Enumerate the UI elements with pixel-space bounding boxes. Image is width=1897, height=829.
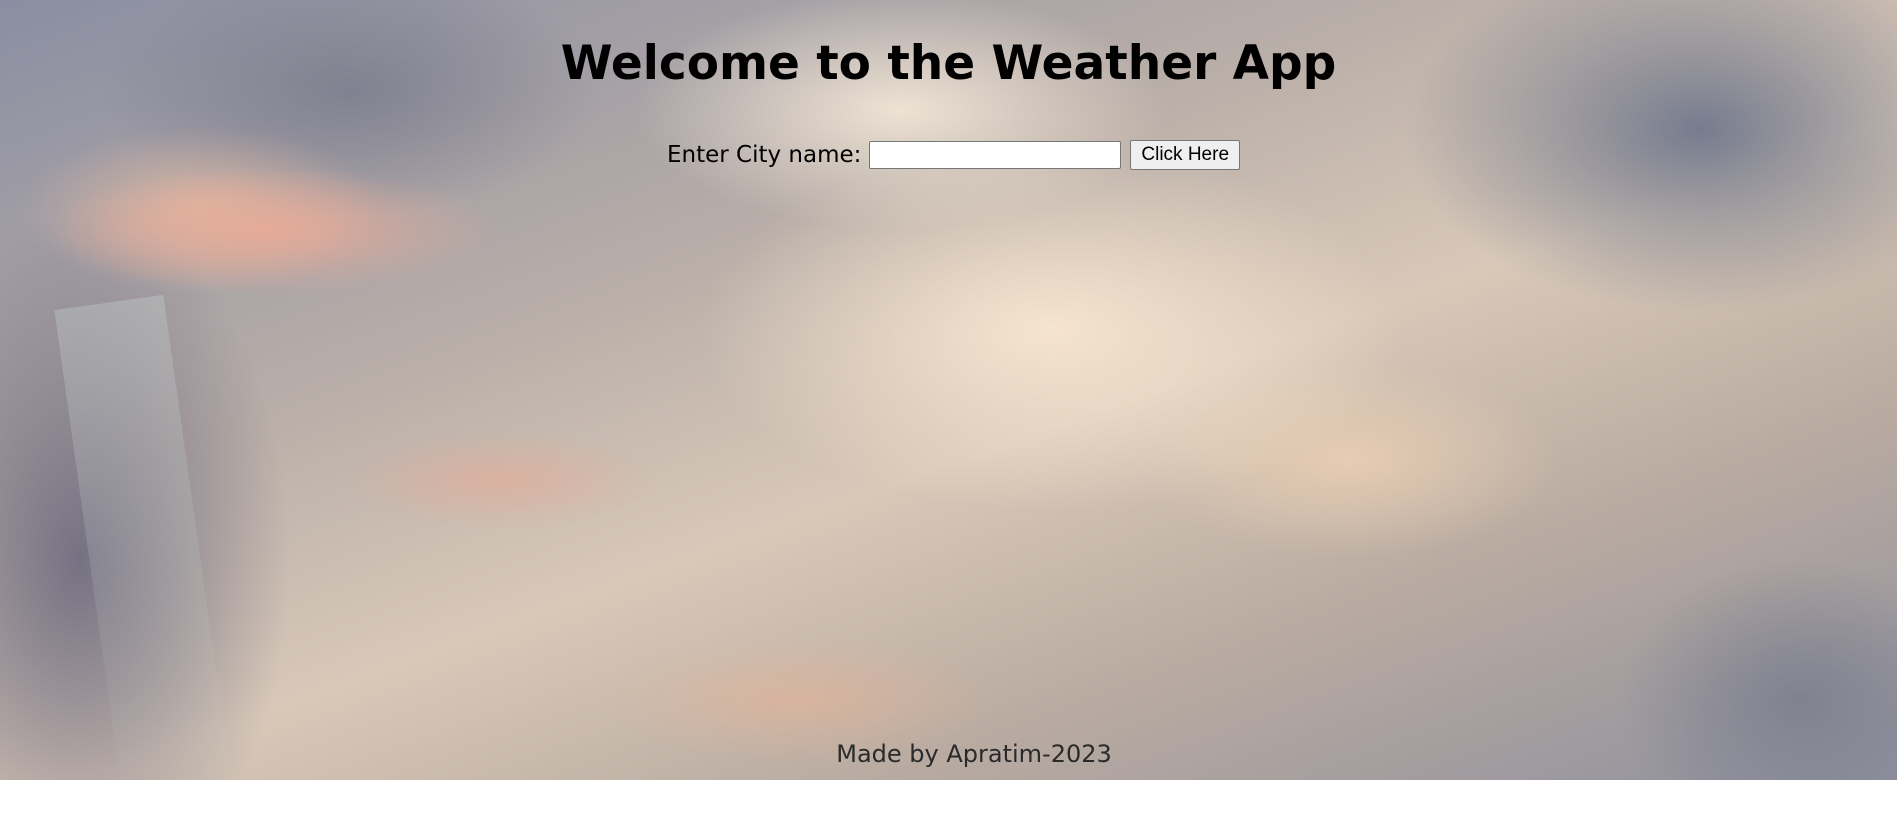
city-name-label: Enter City name: [666, 142, 862, 168]
click-here-button[interactable]: Click Here [1130, 140, 1241, 170]
sky-background-image [0, 0, 1897, 780]
city-search-form: Enter City name: Click Here [0, 140, 1897, 170]
page-title: Welcome to the Weather App [560, 36, 1337, 91]
footer-credit: Made by Apratim-2023 [836, 740, 1112, 768]
city-name-input[interactable] [869, 141, 1122, 169]
sunbeam-decoration [54, 294, 236, 780]
